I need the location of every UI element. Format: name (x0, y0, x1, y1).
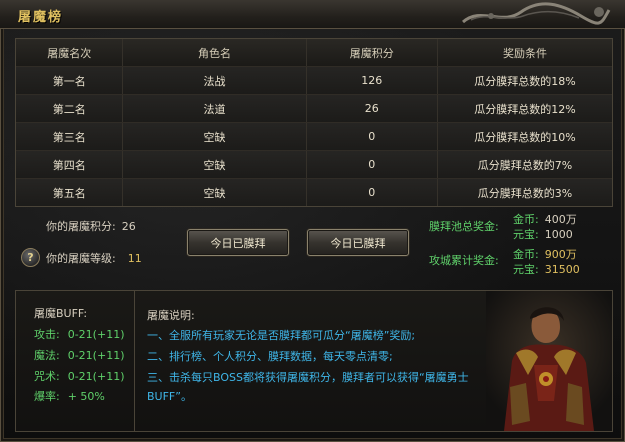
table-header: 屠魔名次 角色名 屠魔积分 奖励条件 (16, 39, 612, 66)
reward-cell: 瓜分膜拜总数的10% (436, 123, 612, 150)
reward-cell: 瓜分膜拜总数的7% (436, 151, 612, 178)
buff-value: 0-21(+11) (67, 349, 125, 362)
table-row[interactable]: 第四名 空缺 0 瓜分膜拜总数的7% (16, 150, 612, 178)
buff-droprate: 爆率: + 50% (34, 388, 105, 404)
header-rank: 屠魔名次 (47, 46, 92, 60)
buff-title: 屠魔BUFF: (34, 307, 88, 320)
buff-attack: 攻击: 0-21(+11) (34, 326, 124, 342)
my-points: 你的屠魔积分: 26 (46, 218, 136, 234)
role-cell: 空缺 (122, 179, 305, 206)
header-points: 屠魔积分 (305, 39, 437, 66)
ranking-table: 屠魔名次 角色名 屠魔积分 奖励条件 第一名 法战 126 瓜分膜拜总数的18%… (15, 38, 613, 207)
buff-value: + 50% (67, 390, 105, 403)
hero-portrait (486, 291, 612, 431)
pool-gold-value: 400万 (544, 213, 577, 226)
city-label: 攻城累计奖金: (429, 254, 499, 267)
buff-label: 咒术: (34, 370, 60, 383)
buff-magic: 魔法: 0-21(+11) (34, 347, 124, 363)
city-gem-value: 31500 (544, 263, 580, 276)
header-role: 角色名 (122, 39, 305, 66)
pool-gem-label: 元宝: (513, 228, 539, 241)
pool-gem-value: 1000 (544, 228, 573, 241)
points-cell: 0 (305, 151, 437, 178)
city-gold-label: 金币: (513, 248, 539, 261)
pool-gold: 金币: 400万 (513, 211, 577, 227)
points-cell: 126 (305, 67, 437, 94)
rank-cell: 第三名 (52, 130, 86, 144)
title-bar: 屠魔榜 (0, 0, 625, 29)
rank-cell: 第二名 (52, 102, 86, 116)
pool-label: 膜拜池总奖金: (429, 220, 499, 233)
dragon-ornament-icon (462, 2, 611, 25)
worship-button-1[interactable]: 今日已膜拜 (187, 229, 289, 256)
role-cell: 法战 (122, 67, 305, 94)
city-gem: 元宝: 31500 (513, 261, 580, 277)
table-row[interactable]: 第二名 法道 26 瓜分膜拜总数的12% (16, 94, 612, 122)
reward-cell: 瓜分膜拜总数的3% (436, 179, 612, 206)
buff-label: 魔法: (34, 349, 60, 362)
table-row[interactable]: 第一名 法战 126 瓜分膜拜总数的18% (16, 66, 612, 94)
description-line: 二、排行榜、个人积分、膜拜数据，每天零点清零; (147, 350, 393, 363)
role-cell: 空缺 (122, 123, 305, 150)
worship-button-2[interactable]: 今日已膜拜 (307, 229, 409, 256)
my-level: 你的屠魔等级: 11 (46, 250, 142, 266)
role-cell: 空缺 (122, 151, 305, 178)
description-line: 一、全服所有玩家无论是否膜拜都可瓜分“屠魔榜”奖励; (147, 329, 416, 342)
pool-gem: 元宝: 1000 (513, 226, 573, 242)
buff-label: 攻击: (34, 328, 60, 341)
window-title: 屠魔榜 (18, 10, 64, 25)
ranking-window: 屠魔榜 屠魔名次 角色名 屠魔积分 奖励条件 第一名 法战 126 瓜分膜拜总数… (0, 0, 625, 442)
pool-gold-label: 金币: (513, 213, 539, 226)
points-cell: 0 (305, 179, 437, 206)
description-line: 三、击杀每只BOSS都将获得屠魔积分，膜拜者可以获得“屠魔勇士BUFF”。 (147, 371, 469, 403)
reward-cell: 瓜分膜拜总数的12% (436, 95, 612, 122)
reward-cell: 瓜分膜拜总数的18% (436, 67, 612, 94)
header-reward: 奖励条件 (436, 39, 612, 66)
description-title: 屠魔说明: (147, 309, 195, 322)
points-cell: 26 (305, 95, 437, 122)
my-points-label: 你的屠魔积分: (46, 220, 116, 233)
bottom-panel: 屠魔BUFF: 攻击: 0-21(+11) 魔法: 0-21(+11) 咒术: 0-2… (15, 290, 613, 432)
points-cell: 0 (305, 123, 437, 150)
buff-curse: 咒术: 0-21(+11) (34, 368, 124, 384)
rank-cell: 第四名 (52, 158, 86, 172)
my-level-label: 你的屠魔等级: (46, 252, 116, 265)
my-points-value: 26 (121, 220, 136, 233)
help-icon[interactable]: ? (21, 248, 40, 267)
city-gold-value: 900万 (544, 248, 577, 261)
rank-cell: 第五名 (52, 186, 86, 200)
buff-label: 爆率: (34, 390, 60, 403)
buff-value: 0-21(+11) (67, 370, 125, 383)
role-cell: 法道 (122, 95, 305, 122)
rank-cell: 第一名 (52, 74, 86, 88)
buff-value: 0-21(+11) (67, 328, 125, 341)
city-gem-label: 元宝: (513, 263, 539, 276)
table-row[interactable]: 第三名 空缺 0 瓜分膜拜总数的10% (16, 122, 612, 150)
table-row[interactable]: 第五名 空缺 0 瓜分膜拜总数的3% (16, 178, 612, 206)
city-gold: 金币: 900万 (513, 246, 577, 262)
buff-box: 屠魔BUFF: 攻击: 0-21(+11) 魔法: 0-21(+11) 咒术: 0-2… (16, 291, 135, 431)
my-level-value: 11 (127, 252, 142, 265)
